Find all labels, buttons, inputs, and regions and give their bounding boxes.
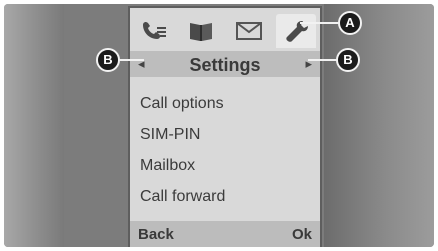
- callout-b-right-badge: B: [336, 48, 360, 72]
- menu-item-call-options[interactable]: Call options: [140, 88, 225, 119]
- menu-item-call-forward[interactable]: Call forward: [140, 181, 225, 212]
- tab-settings[interactable]: [276, 14, 317, 48]
- callout-a-badge: A: [338, 11, 362, 35]
- menu-item-sim-pin[interactable]: SIM-PIN: [140, 119, 225, 150]
- back-softkey[interactable]: Back: [138, 226, 174, 243]
- phone-display-frame: ◂ Settings ▸ Call options SIM-PIN Mailbo…: [4, 4, 434, 247]
- phone-screen: ◂ Settings ▸ Call options SIM-PIN Mailbo…: [130, 8, 320, 247]
- callout-b-right-line: [308, 59, 338, 61]
- bezel-texture: [416, 24, 428, 94]
- menu-item-mailbox[interactable]: Mailbox: [140, 150, 225, 181]
- title-bar: ◂ Settings ▸: [130, 51, 320, 77]
- phone-call-list-icon: [142, 21, 166, 39]
- callout-a-line: [300, 22, 342, 24]
- bezel-left: [4, 4, 64, 247]
- softkey-bar: Back Ok: [130, 221, 320, 247]
- tab-messages[interactable]: [229, 14, 269, 48]
- callout-b-left-badge: B: [96, 48, 120, 72]
- page-title: Settings: [189, 55, 261, 75]
- phonebook-icon: [190, 23, 213, 41]
- tab-phonebook[interactable]: [181, 14, 221, 48]
- callout-b-left-line: [118, 59, 144, 61]
- tab-call-list[interactable]: [134, 14, 174, 48]
- ok-softkey[interactable]: Ok: [292, 226, 312, 243]
- settings-menu: Call options SIM-PIN Mailbox Call forwar…: [140, 88, 225, 212]
- message-envelope-icon: [235, 22, 262, 40]
- icon-tab-bar: [130, 8, 320, 48]
